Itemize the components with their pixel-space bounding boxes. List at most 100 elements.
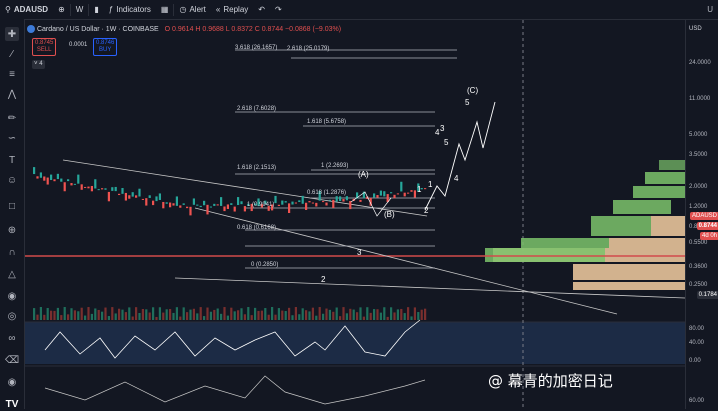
volume-bar — [209, 311, 212, 320]
fib-retracement-icon[interactable]: ≡ — [5, 67, 19, 81]
candle — [33, 167, 36, 175]
brush-2-icon[interactable]: ∽ — [5, 131, 19, 145]
replay-label: Replay — [223, 5, 249, 14]
volume-bar — [417, 312, 420, 320]
crosshair-icon[interactable]: ✚ — [5, 27, 19, 41]
volume-bar — [240, 308, 243, 320]
candle — [179, 205, 182, 208]
volume-bar — [186, 312, 189, 320]
candle — [230, 203, 233, 205]
layout-name: U — [707, 5, 713, 14]
lock-drawing-icon[interactable]: △ — [5, 267, 19, 281]
candle — [277, 204, 280, 206]
pattern-icon[interactable]: ⋀ — [5, 87, 19, 101]
lock-icon[interactable]: ◉ — [5, 289, 19, 303]
volume-bar — [247, 307, 250, 320]
redo-button[interactable]: ↷ — [270, 0, 287, 19]
candle — [90, 185, 93, 192]
volume-bar — [294, 307, 297, 320]
sell-label: SELL — [36, 47, 52, 53]
collapse-legend-button[interactable]: ˅ 4 — [32, 60, 45, 69]
buy-button[interactable]: 0.8746 BUY — [93, 38, 118, 56]
candle — [335, 196, 338, 202]
price-axis-label: 2.0000 — [689, 184, 708, 190]
symbol-search[interactable]: ⚲ ADAUSD — [0, 0, 53, 19]
volume-bar — [165, 309, 168, 320]
volume-bar — [420, 309, 423, 320]
volume-bar — [94, 308, 97, 320]
replay-button[interactable]: « Replay — [211, 0, 253, 19]
candle — [114, 186, 117, 192]
volume-bar — [39, 307, 42, 320]
volume-bar — [107, 316, 110, 320]
volume-bar — [172, 312, 175, 320]
eye-icon[interactable]: ◎ — [5, 309, 19, 323]
alert-button[interactable]: ◷ Alert — [174, 0, 210, 19]
currency-label[interactable]: USD — [689, 26, 702, 32]
wave-label: 4 — [435, 128, 440, 137]
candle — [128, 195, 131, 199]
volume-bar — [339, 316, 342, 320]
candle — [135, 195, 138, 198]
candle — [196, 204, 199, 206]
candle — [80, 184, 83, 190]
candle — [138, 188, 141, 197]
zoom-in-icon[interactable]: ⊕ — [5, 223, 19, 237]
ruler-icon[interactable]: □ — [5, 199, 19, 213]
volume-bar — [308, 311, 311, 320]
volume-bar — [60, 315, 63, 320]
volume-bar — [277, 308, 280, 320]
candle — [145, 198, 148, 206]
fib-level-label: 2.618 (7.6028) — [237, 106, 277, 112]
text-icon[interactable]: T — [5, 153, 19, 167]
price-axis[interactable]: USD 24.0000 11.0000 5.0000 3.5000 2.0000 1.20… — [685, 20, 718, 409]
layouts-button[interactable]: ▦ — [156, 0, 174, 19]
magnet-icon[interactable]: ∩ — [5, 245, 19, 259]
candle — [162, 201, 165, 209]
volume-bar — [410, 316, 413, 320]
volume-bar — [237, 310, 240, 320]
fib-level-label: 3.618 (26.1657) — [235, 45, 278, 51]
indicators-button[interactable]: ƒ Indicators — [104, 0, 156, 19]
drawing-toolbar: ✚ ∕ ≡ ⋀ ✏ ∽ T ☺ □ ⊕ ∩ △ ◉ ◎ ∞ ⌫ ◉ TV — [0, 19, 25, 410]
chart-type-button[interactable]: ▮ — [89, 0, 103, 19]
volume-bar — [260, 310, 263, 320]
trash-icon[interactable]: ⌫ — [5, 353, 19, 367]
volume-bar — [254, 307, 257, 320]
spread: 0.0001 — [69, 42, 88, 48]
volume-bar — [413, 307, 416, 320]
volume-bar — [281, 310, 284, 320]
volume-bar — [169, 309, 172, 320]
layout-menu[interactable]: U — [702, 0, 718, 19]
candle — [152, 200, 155, 206]
emoji-icon[interactable]: ☺ — [5, 173, 19, 187]
brush-icon[interactable]: ✏ — [5, 111, 19, 125]
add-symbol-button[interactable]: ⊕ — [53, 0, 70, 19]
volume-bar — [301, 308, 304, 320]
candle — [73, 183, 76, 185]
candle — [291, 201, 294, 205]
sell-button[interactable]: 0.8745 SELL — [32, 38, 57, 56]
interval-button[interactable]: W — [71, 0, 89, 19]
candle — [311, 202, 314, 204]
chart-pane[interactable]: Cardano / US Dollar · 1W · COINBASE O 0.… — [25, 20, 685, 409]
volume-bar — [189, 309, 192, 320]
volume-bar — [206, 307, 209, 320]
volume-bar — [46, 308, 49, 320]
search-icon: ⚲ — [5, 5, 11, 14]
undo-button[interactable]: ↶ — [253, 0, 270, 19]
hide-icon[interactable]: ◉ — [5, 375, 19, 389]
volume-bar — [311, 307, 314, 320]
candle — [50, 174, 53, 181]
volume-bar — [362, 316, 365, 320]
candle — [237, 197, 240, 206]
volume-bar — [104, 307, 107, 320]
volume-bar — [250, 315, 253, 320]
trend-line-icon[interactable]: ∕ — [5, 47, 19, 61]
candle — [206, 204, 209, 215]
volume-bar — [152, 307, 155, 320]
candle — [345, 196, 348, 201]
buy-price: 0.8746 — [96, 40, 115, 46]
link-icon[interactable]: ∞ — [5, 331, 19, 345]
replay-icon: « — [215, 5, 221, 14]
